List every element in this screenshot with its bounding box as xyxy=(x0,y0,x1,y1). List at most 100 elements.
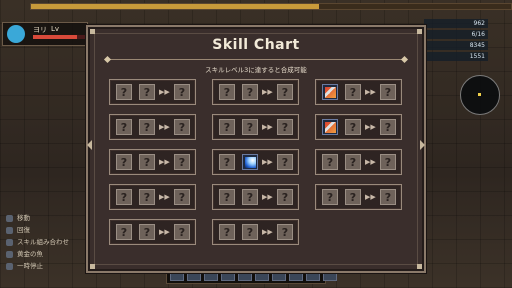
unknown-skill-slot: ? xyxy=(174,224,190,240)
double-arrow-icon: ▶▶ xyxy=(365,193,376,201)
player-marker-icon xyxy=(478,93,481,96)
unknown-skill-slot: ? xyxy=(380,119,396,135)
skill-recipe-card[interactable]: ? ▶▶? xyxy=(315,114,402,140)
double-arrow-icon: ▶▶ xyxy=(365,123,376,131)
button-icon xyxy=(6,238,13,246)
skill-recipe-card[interactable]: ?? ▶▶? xyxy=(109,79,196,105)
stat-gems: 1551 xyxy=(424,52,488,61)
experience-bar-fill xyxy=(31,4,319,9)
skill-recipe-card[interactable]: ?? ▶▶? xyxy=(109,114,196,140)
unknown-skill-slot: ? xyxy=(242,84,258,100)
unknown-skill-slot: ? xyxy=(242,224,258,240)
skill-recipe-card[interactable]: ?? ▶▶? xyxy=(315,184,402,210)
unknown-skill-slot: ? xyxy=(116,119,132,135)
unknown-skill-slot: ? xyxy=(345,84,361,100)
fire-sword-icon xyxy=(325,87,336,98)
unknown-skill-slot: ? xyxy=(322,154,338,170)
unknown-skill-slot: ? xyxy=(219,224,235,240)
unknown-skill-slot: ? xyxy=(345,154,361,170)
blue-spark-icon xyxy=(245,157,256,168)
unknown-skill-slot: ? xyxy=(139,119,155,135)
control-golden-fish: 黄金の魚 xyxy=(6,248,96,260)
corner-ornament xyxy=(90,29,95,34)
control-hints: 移動 回復 スキル組み合わせ 黄金の魚 一時停止 xyxy=(6,212,96,272)
double-arrow-icon: ▶▶ xyxy=(262,123,273,131)
unknown-skill-slot: ? xyxy=(116,84,132,100)
player-status-panel: ヨリ Lv xyxy=(2,22,88,46)
skill-recipe-card[interactable]: ?? ▶▶? xyxy=(212,79,299,105)
stick-icon xyxy=(6,214,13,222)
resource-stats: 962 6/16 8345 1551 xyxy=(424,19,488,63)
corner-ornament xyxy=(417,29,422,34)
unknown-skill-slot: ? xyxy=(242,119,258,135)
unknown-skill-slot: ? xyxy=(277,154,293,170)
double-arrow-icon: ▶▶ xyxy=(159,123,170,131)
unknown-skill-slot: ? xyxy=(380,154,396,170)
stat-wave: 6/16 xyxy=(424,30,488,39)
control-move: 移動 xyxy=(6,212,96,224)
skill-recipe-card[interactable]: ?? ▶▶? xyxy=(212,114,299,140)
unknown-skill-slot: ? xyxy=(116,224,132,240)
button-icon xyxy=(6,250,13,258)
skill-recipe-card[interactable]: ? ▶▶? xyxy=(315,79,402,105)
unknown-skill-slot: ? xyxy=(174,84,190,100)
unknown-skill-slot: ? xyxy=(219,119,235,135)
skill-recipe-card[interactable]: ?? ▶▶? xyxy=(109,184,196,210)
skill-recipe-card[interactable]: ?? ▶▶? xyxy=(109,149,196,175)
double-arrow-icon: ▶▶ xyxy=(365,88,376,96)
player-level: Lv xyxy=(51,25,60,33)
button-icon xyxy=(6,226,13,234)
skill-recipe-card[interactable]: ?? ▶▶? xyxy=(315,149,402,175)
double-arrow-icon: ▶▶ xyxy=(159,193,170,201)
unknown-skill-slot: ? xyxy=(174,119,190,135)
player-name: ヨリ xyxy=(33,26,47,34)
unknown-skill-slot: ? xyxy=(345,119,361,135)
unknown-skill-slot: ? xyxy=(174,154,190,170)
unknown-skill-slot: ? xyxy=(174,189,190,205)
skill-slot-known xyxy=(322,119,338,135)
skill-chart-dialog: Skill Chart スキルレベル3に達すると合成可能 ?? ▶▶??? ▶▶??… xyxy=(86,25,426,273)
unknown-skill-slot: ? xyxy=(345,189,361,205)
skill-recipe-card[interactable]: ?? ▶▶? xyxy=(212,219,299,245)
control-pause: 一時停止 xyxy=(6,260,96,272)
unknown-skill-slot: ? xyxy=(242,189,258,205)
double-arrow-icon: ▶▶ xyxy=(262,193,273,201)
minimap xyxy=(460,75,500,115)
double-arrow-icon: ▶▶ xyxy=(159,158,170,166)
control-heal: 回復 xyxy=(6,224,96,236)
prev-page-arrow-icon[interactable] xyxy=(87,140,92,150)
unknown-skill-slot: ? xyxy=(139,224,155,240)
double-arrow-icon: ▶▶ xyxy=(365,158,376,166)
unknown-skill-slot: ? xyxy=(139,189,155,205)
button-icon xyxy=(6,262,13,270)
unknown-skill-slot: ? xyxy=(139,154,155,170)
unknown-skill-slot: ? xyxy=(139,84,155,100)
double-arrow-icon: ▶▶ xyxy=(262,228,273,236)
dialog-title: Skill Chart xyxy=(212,37,300,53)
unknown-skill-slot: ? xyxy=(380,84,396,100)
skill-slot-known xyxy=(242,154,258,170)
unknown-skill-slot: ? xyxy=(277,84,293,100)
skill-recipe-card[interactable]: ?? ▶▶? xyxy=(109,219,196,245)
skill-slot-known xyxy=(322,84,338,100)
unknown-skill-slot: ? xyxy=(380,189,396,205)
unknown-skill-slot: ? xyxy=(322,189,338,205)
unknown-skill-slot: ? xyxy=(116,154,132,170)
corner-ornament xyxy=(417,264,422,269)
experience-bar xyxy=(30,3,512,10)
unknown-skill-slot: ? xyxy=(116,189,132,205)
fire-sword-icon xyxy=(325,122,336,133)
unknown-skill-slot: ? xyxy=(277,189,293,205)
skill-recipe-card[interactable]: ? ▶▶? xyxy=(212,149,299,175)
player-avatar xyxy=(7,25,25,43)
double-arrow-icon: ▶▶ xyxy=(262,158,273,166)
double-arrow-icon: ▶▶ xyxy=(159,88,170,96)
corner-ornament xyxy=(90,264,95,269)
unknown-skill-slot: ? xyxy=(219,189,235,205)
title-divider xyxy=(103,55,409,64)
double-arrow-icon: ▶▶ xyxy=(159,228,170,236)
stat-gold: 8345 xyxy=(424,41,488,50)
next-page-arrow-icon[interactable] xyxy=(420,140,425,150)
skill-recipe-card[interactable]: ?? ▶▶? xyxy=(212,184,299,210)
double-arrow-icon: ▶▶ xyxy=(262,88,273,96)
